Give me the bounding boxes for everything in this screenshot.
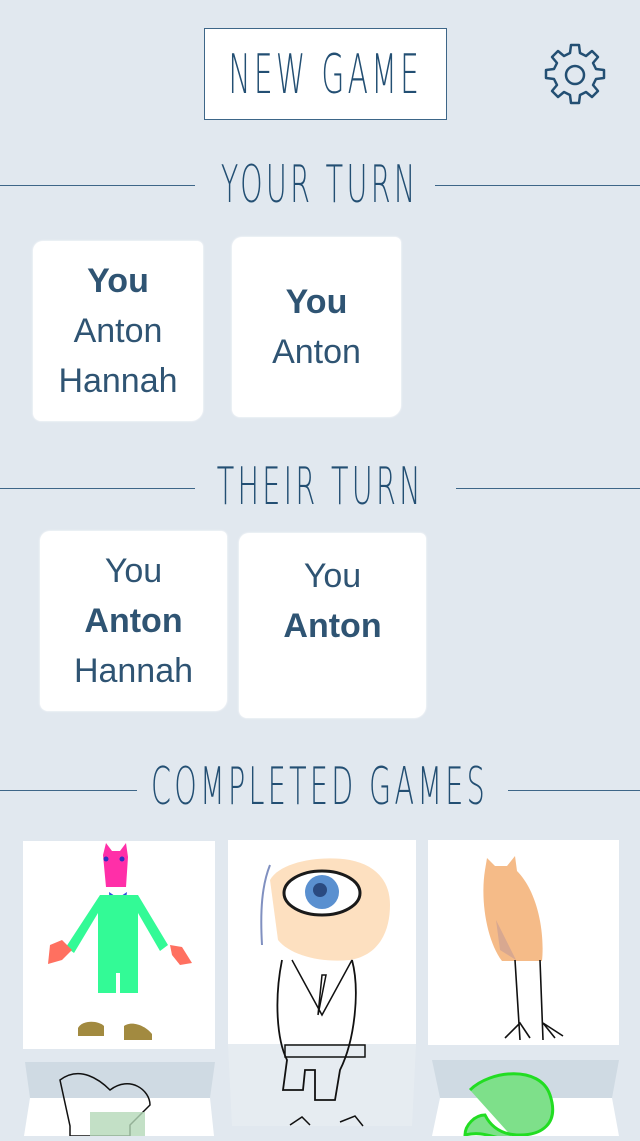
player-name: Anton <box>272 333 361 371</box>
section-title-their-turn: THEIR TURN <box>0 457 640 517</box>
player-name: You <box>87 262 149 300</box>
game-card[interactable]: You Anton <box>239 533 426 718</box>
new-game-label: NEW GAME <box>228 42 423 106</box>
new-game-button[interactable]: NEW GAME <box>204 28 447 120</box>
player-name: Anton <box>283 607 382 645</box>
their-turn-title: THEIR TURN <box>216 457 424 517</box>
game-card[interactable]: You Anton Hannah <box>33 241 203 421</box>
player-name: Anton <box>73 312 163 350</box>
game-card[interactable]: You Anton <box>232 237 401 417</box>
settings-gear-icon[interactable] <box>541 41 609 109</box>
player-name: You <box>285 283 348 321</box>
completed-game-thumbnail[interactable] <box>228 840 416 1127</box>
section-title-completed: COMPLETED GAMES <box>0 757 640 817</box>
player-name: Anton <box>84 602 183 640</box>
completed-games-title: COMPLETED GAMES <box>151 757 489 817</box>
completed-game-thumbnail[interactable] <box>23 841 215 1136</box>
game-card[interactable]: You Anton Hannah <box>40 531 227 711</box>
player-name: Hannah <box>58 362 178 400</box>
player-name: You <box>303 557 362 595</box>
player-name: Hannah <box>73 652 194 690</box>
completed-game-thumbnail[interactable] <box>428 840 619 1141</box>
player-name: You <box>104 552 163 590</box>
your-turn-title: YOUR TURN <box>221 155 419 215</box>
section-title-your-turn: YOUR TURN <box>0 155 640 215</box>
completed-games-grid <box>0 840 640 1141</box>
